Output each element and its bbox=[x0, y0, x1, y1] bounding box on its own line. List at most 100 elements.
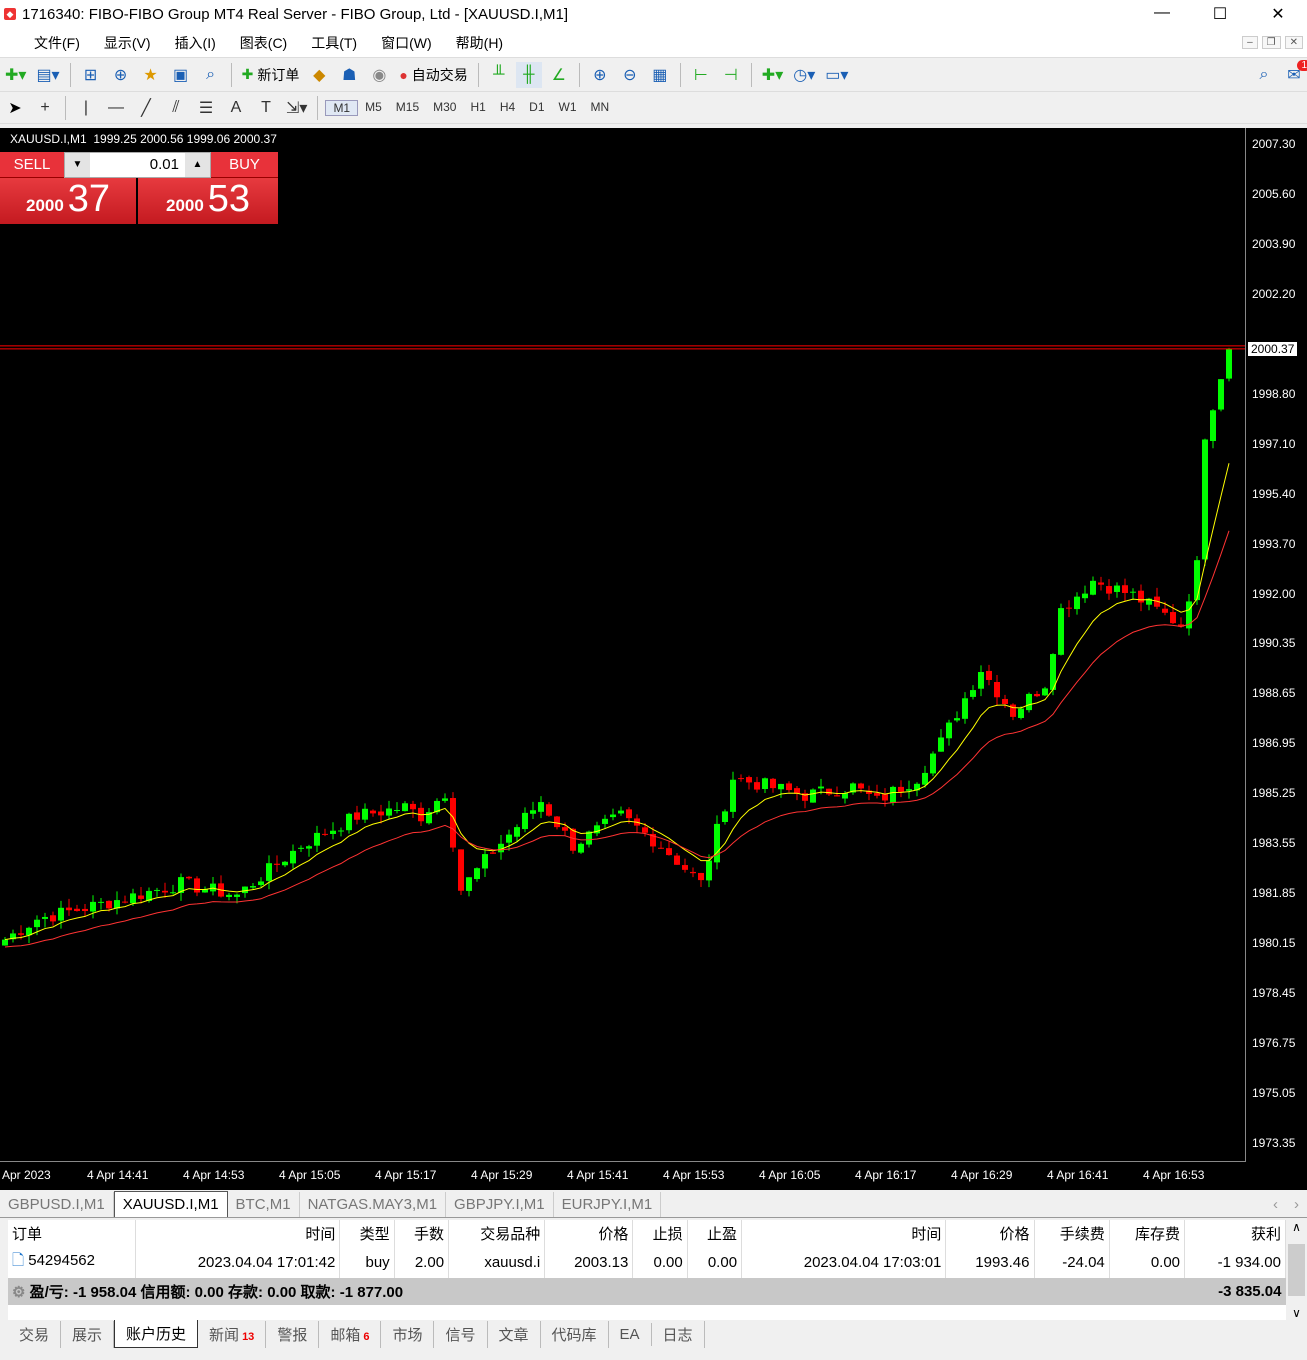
bar-chart-icon[interactable]: ╨ bbox=[486, 62, 512, 88]
indicators-icon[interactable]: ✚▾ bbox=[759, 62, 786, 88]
terminal-tab[interactable]: 交易 bbox=[8, 1320, 62, 1348]
data-window-icon[interactable]: ⊕ bbox=[108, 62, 134, 88]
fibonacci-icon[interactable]: ☰ bbox=[193, 95, 219, 121]
search-icon[interactable]: ⌕ bbox=[1251, 62, 1277, 88]
tile-windows-icon[interactable]: ▦ bbox=[647, 62, 673, 88]
chart-tab[interactable]: GBPUSD.I,M1 bbox=[0, 1192, 114, 1217]
scroll-thumb[interactable] bbox=[1288, 1244, 1305, 1296]
new-chart-icon[interactable]: ✚▾ bbox=[2, 62, 29, 88]
terminal-tab[interactable]: 警报 bbox=[266, 1320, 320, 1348]
terminal-tab[interactable]: 代码库 bbox=[541, 1320, 609, 1348]
terminal-icon[interactable]: ▣ bbox=[168, 62, 194, 88]
tabs-scroll-left[interactable]: ‹ bbox=[1265, 1192, 1286, 1217]
column-header[interactable]: 类型 bbox=[339, 1220, 395, 1247]
minimize-button[interactable]: — bbox=[1133, 4, 1191, 24]
terminal-tab[interactable]: 市场 bbox=[381, 1320, 435, 1348]
periods-icon[interactable]: ◷▾ bbox=[790, 62, 818, 88]
sell-button[interactable]: SELL bbox=[0, 152, 64, 178]
column-header[interactable]: 订单 bbox=[8, 1220, 136, 1247]
menu-charts[interactable]: 图表(C) bbox=[228, 33, 299, 53]
menu-help[interactable]: 帮助(H) bbox=[444, 33, 515, 53]
vertical-line-icon[interactable]: | bbox=[73, 95, 99, 121]
profiles-icon[interactable]: ▤▾ bbox=[33, 62, 62, 88]
column-header[interactable]: 交易品种 bbox=[448, 1220, 546, 1247]
menu-tools[interactable]: 工具(T) bbox=[299, 33, 369, 53]
ask-price[interactable]: 2000 53 bbox=[138, 178, 278, 224]
terminal-tab[interactable]: 展示 bbox=[61, 1320, 115, 1348]
column-header[interactable]: 获利 bbox=[1184, 1220, 1286, 1247]
navigator-icon[interactable]: ★ bbox=[138, 62, 164, 88]
menu-insert[interactable]: 插入(I) bbox=[163, 33, 228, 53]
horizontal-line-icon[interactable]: — bbox=[103, 95, 129, 121]
terminal-scrollbar[interactable]: ∧ ∨ bbox=[1286, 1220, 1307, 1320]
timeframe-d1[interactable]: D1 bbox=[522, 100, 551, 116]
lot-size-field[interactable]: ▼ 0.01 ▲ bbox=[64, 152, 211, 178]
line-chart-icon[interactable]: ∠ bbox=[546, 62, 572, 88]
trendline-icon[interactable]: ╱ bbox=[133, 95, 159, 121]
lot-decrease-button[interactable]: ▼ bbox=[65, 153, 90, 177]
arrows-icon[interactable]: ⇲▾ bbox=[283, 95, 310, 121]
signals-icon[interactable]: ☗ bbox=[336, 62, 362, 88]
column-header[interactable]: 止盈 bbox=[687, 1220, 743, 1247]
close-button[interactable]: ✕ bbox=[1249, 4, 1307, 24]
market-watch-icon[interactable]: ⊞ bbox=[78, 62, 104, 88]
terminal-tab[interactable]: EA bbox=[609, 1322, 652, 1346]
terminal-tab[interactable]: 账户历史 bbox=[114, 1320, 199, 1348]
zoom-out-icon[interactable]: ⊖ bbox=[617, 62, 643, 88]
chart-tab[interactable]: XAUUSD.I,M1 bbox=[113, 1191, 228, 1217]
crosshair-icon[interactable]: + bbox=[32, 95, 58, 121]
chart-window[interactable]: XAUUSD.I,M1 1999.25 2000.56 1999.06 2000… bbox=[0, 128, 1307, 1190]
chart-plot-area[interactable]: XAUUSD.I,M1 1999.25 2000.56 1999.06 2000… bbox=[0, 128, 1246, 1162]
mdi-close-button[interactable]: ✕ bbox=[1284, 36, 1303, 49]
column-header[interactable]: 库存费 bbox=[1109, 1220, 1186, 1247]
timeframe-m1[interactable]: M1 bbox=[325, 99, 359, 116]
chart-tab[interactable]: EURJPY.I,M1 bbox=[554, 1192, 662, 1217]
mdi-restore-button[interactable]: ❐ bbox=[1261, 36, 1281, 49]
column-header[interactable]: 价格 bbox=[544, 1220, 634, 1247]
maximize-button[interactable]: ☐ bbox=[1191, 4, 1249, 24]
column-header[interactable]: 止损 bbox=[632, 1220, 688, 1247]
bid-price[interactable]: 2000 37 bbox=[0, 178, 136, 224]
chart-tab[interactable]: GBPJPY.I,M1 bbox=[446, 1192, 554, 1217]
candlestick-icon[interactable]: ╫ bbox=[515, 61, 542, 88]
equidistant-channel-icon[interactable]: ⫽ bbox=[163, 95, 189, 121]
zoom-in-icon[interactable]: ⊕ bbox=[587, 62, 613, 88]
timeframe-m30[interactable]: M30 bbox=[426, 100, 463, 116]
column-header[interactable]: 价格 bbox=[945, 1220, 1035, 1247]
text-label-icon[interactable]: T bbox=[253, 95, 279, 121]
timeframe-h4[interactable]: H4 bbox=[493, 100, 522, 116]
table-row[interactable]: 🗋 54294562 2023.04.04 17:01:42 buy 2.00 xauu… bbox=[8, 1247, 1286, 1278]
text-icon[interactable]: A bbox=[223, 95, 249, 121]
terminal-tab[interactable]: 文章 bbox=[488, 1320, 541, 1348]
new-order-button[interactable]: ✚ 新订单 bbox=[239, 62, 303, 88]
chart-shift-icon[interactable]: ⊢ bbox=[688, 62, 714, 88]
column-header[interactable]: 手数 bbox=[394, 1220, 450, 1247]
tabs-scroll-right[interactable]: › bbox=[1286, 1192, 1307, 1217]
metaeditor-icon[interactable]: ◆ bbox=[306, 62, 332, 88]
menu-file[interactable]: 文件(F) bbox=[22, 33, 92, 53]
terminal-tab[interactable]: 邮箱 6 bbox=[319, 1320, 382, 1348]
timeframe-m5[interactable]: M5 bbox=[358, 100, 389, 116]
lot-increase-button[interactable]: ▲ bbox=[185, 153, 210, 177]
options-icon[interactable]: ◉ bbox=[366, 62, 392, 88]
timeframe-m15[interactable]: M15 bbox=[389, 100, 426, 116]
chart-tab[interactable]: BTC,M1 bbox=[228, 1192, 300, 1217]
buy-button[interactable]: BUY bbox=[211, 152, 278, 178]
timeframe-w1[interactable]: W1 bbox=[552, 100, 584, 116]
terminal-tab[interactable]: 信号 bbox=[434, 1320, 488, 1348]
column-header[interactable]: 时间 bbox=[135, 1220, 341, 1247]
auto-trading-button[interactable]: ● 自动交易 bbox=[396, 62, 470, 88]
auto-scroll-icon[interactable]: ⊣ bbox=[718, 62, 744, 88]
timeframe-h1[interactable]: H1 bbox=[463, 100, 492, 116]
scroll-up-icon[interactable]: ∧ bbox=[1286, 1220, 1307, 1234]
mdi-minimize-button[interactable]: – bbox=[1242, 36, 1258, 49]
timeframe-mn[interactable]: MN bbox=[584, 100, 617, 116]
column-header[interactable]: 时间 bbox=[741, 1220, 947, 1247]
strategy-tester-icon[interactable]: ⌕ bbox=[198, 62, 224, 88]
column-header[interactable]: 手续费 bbox=[1034, 1220, 1110, 1247]
menu-window[interactable]: 窗口(W) bbox=[369, 33, 444, 53]
terminal-tab[interactable]: 日志 bbox=[652, 1320, 705, 1348]
menu-view[interactable]: 显示(V) bbox=[92, 33, 163, 53]
cursor-icon[interactable]: ➤ bbox=[2, 95, 28, 121]
scroll-down-icon[interactable]: ∨ bbox=[1286, 1306, 1307, 1320]
